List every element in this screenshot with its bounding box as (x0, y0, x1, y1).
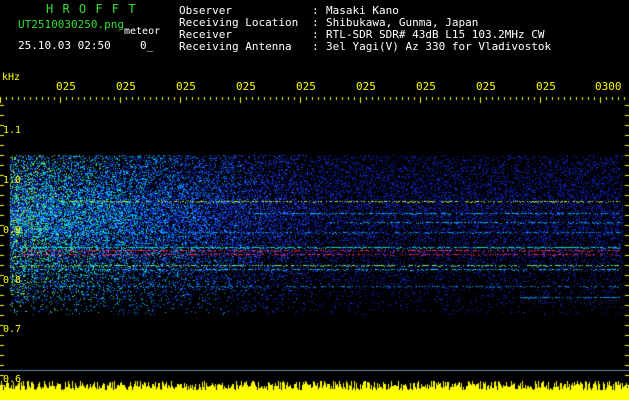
info-label-antenna: Receiving Antenna (179, 40, 292, 53)
info-value-antenna: 3el Yagi(V) Az 330 for Vladivostok (326, 40, 552, 53)
x-tick-label: 0300 (595, 80, 622, 93)
y-tick-label: 0.6 (3, 374, 22, 385)
datetime: 25.10.03 02:50 (18, 39, 111, 52)
x-tick-label: 025 (176, 80, 196, 93)
x-tick-label: 025 (296, 80, 316, 93)
x-tick-label: 025 (416, 80, 436, 93)
spectrogram (0, 0, 629, 400)
y-tick-label: 0.8 (3, 275, 22, 286)
axis-unit-label: kHz (2, 72, 21, 83)
y-tick-label: 0.7 (3, 324, 22, 335)
x-tick-label: 025 (116, 80, 136, 93)
counter: 0_ (140, 39, 154, 52)
x-tick-label: 025 (236, 80, 256, 93)
x-tick-label: 025 (356, 80, 376, 93)
mode-label: meteor (124, 26, 161, 37)
x-tick-label: 025 (476, 80, 496, 93)
filename: UT2510030250.png (18, 18, 124, 31)
info-sep: : (312, 40, 319, 53)
y-tick-label: 0.9 (3, 225, 22, 236)
x-tick-label: 025 (56, 80, 76, 93)
hrofft-logo: H R O F F T (46, 2, 137, 16)
y-tick-label: 1.0 (3, 175, 22, 186)
y-tick-label: 1.1 (3, 125, 22, 136)
x-tick-label: 025 (536, 80, 556, 93)
